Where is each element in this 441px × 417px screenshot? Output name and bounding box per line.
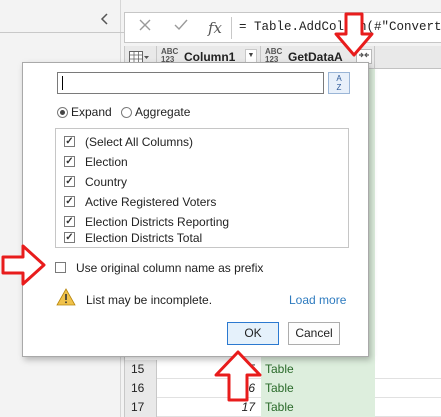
chevron-left-icon[interactable] <box>100 12 112 26</box>
arrow-up-icon <box>214 350 262 402</box>
ok-button[interactable]: OK <box>227 322 279 345</box>
aggregate-label: Aggregate <box>135 105 191 119</box>
radio-empty-icon <box>121 107 132 118</box>
sort-label-top: A <box>336 74 342 83</box>
row-number: 17 <box>125 398 157 417</box>
cancel-button[interactable]: Cancel <box>288 322 340 345</box>
table-row: 16 16 Table <box>125 379 441 398</box>
table-link[interactable]: Table <box>261 379 375 398</box>
warning-text: List may be incomplete. <box>86 293 213 307</box>
table-row: 15 15 Table <box>125 360 441 379</box>
sort-label-bottom: Z <box>336 83 342 92</box>
prefix-label: Use original column name as prefix <box>76 261 264 275</box>
warning-icon <box>56 288 76 306</box>
close-icon[interactable] <box>135 18 155 38</box>
column-option-label: Election Districts Total <box>85 231 203 245</box>
search-input[interactable] <box>57 72 324 94</box>
column-option-label: Election Districts Reporting <box>85 215 230 229</box>
checkbox-checked-icon[interactable]: ✓ <box>64 216 75 227</box>
expand-label: Expand <box>71 105 112 119</box>
column-option-label: Country <box>85 175 128 189</box>
arrow-right-icon <box>1 244 46 286</box>
table-row: 17 17 Table <box>125 398 441 417</box>
checkbox-checked-icon[interactable]: ✓ <box>64 232 75 243</box>
fx-button[interactable]: fx <box>205 18 225 38</box>
arrow-down-icon <box>334 12 374 57</box>
checkbox-unchecked-icon[interactable] <box>55 262 66 273</box>
checkbox-checked-icon[interactable]: ✓ <box>64 196 75 207</box>
row-number: 15 <box>125 360 157 379</box>
columns-list: ✓ (Select All Columns) ✓ Election ✓ Coun… <box>55 128 349 248</box>
checkbox-checked-icon[interactable]: ✓ <box>64 176 75 187</box>
chevron-down-icon[interactable]: ▼ <box>245 49 257 63</box>
table-link[interactable]: Table <box>261 398 375 417</box>
checkbox-checked-icon[interactable]: ✓ <box>64 156 75 167</box>
column-option-label: Election <box>85 155 128 169</box>
table-link[interactable]: Table <box>261 360 375 379</box>
column-option-label: (Select All Columns) <box>85 135 194 149</box>
text-caret <box>62 76 63 90</box>
load-more-link[interactable]: Load more <box>289 293 346 307</box>
checkbox-checked-icon[interactable]: ✓ <box>64 136 75 147</box>
check-icon[interactable] <box>171 18 191 38</box>
formula-divider <box>231 17 232 39</box>
column-option-label: Active Registered Voters <box>85 195 217 209</box>
expand-columns-popup: A Z Expand Aggregate ✓ (Select All Colum… <box>22 62 369 357</box>
radio-selected-icon <box>57 107 68 118</box>
sort-az-icon[interactable]: A Z <box>328 72 350 94</box>
row-number: 16 <box>125 379 157 398</box>
formula-bar: fx = Table.AddColumn(#"Converted <box>124 12 441 43</box>
